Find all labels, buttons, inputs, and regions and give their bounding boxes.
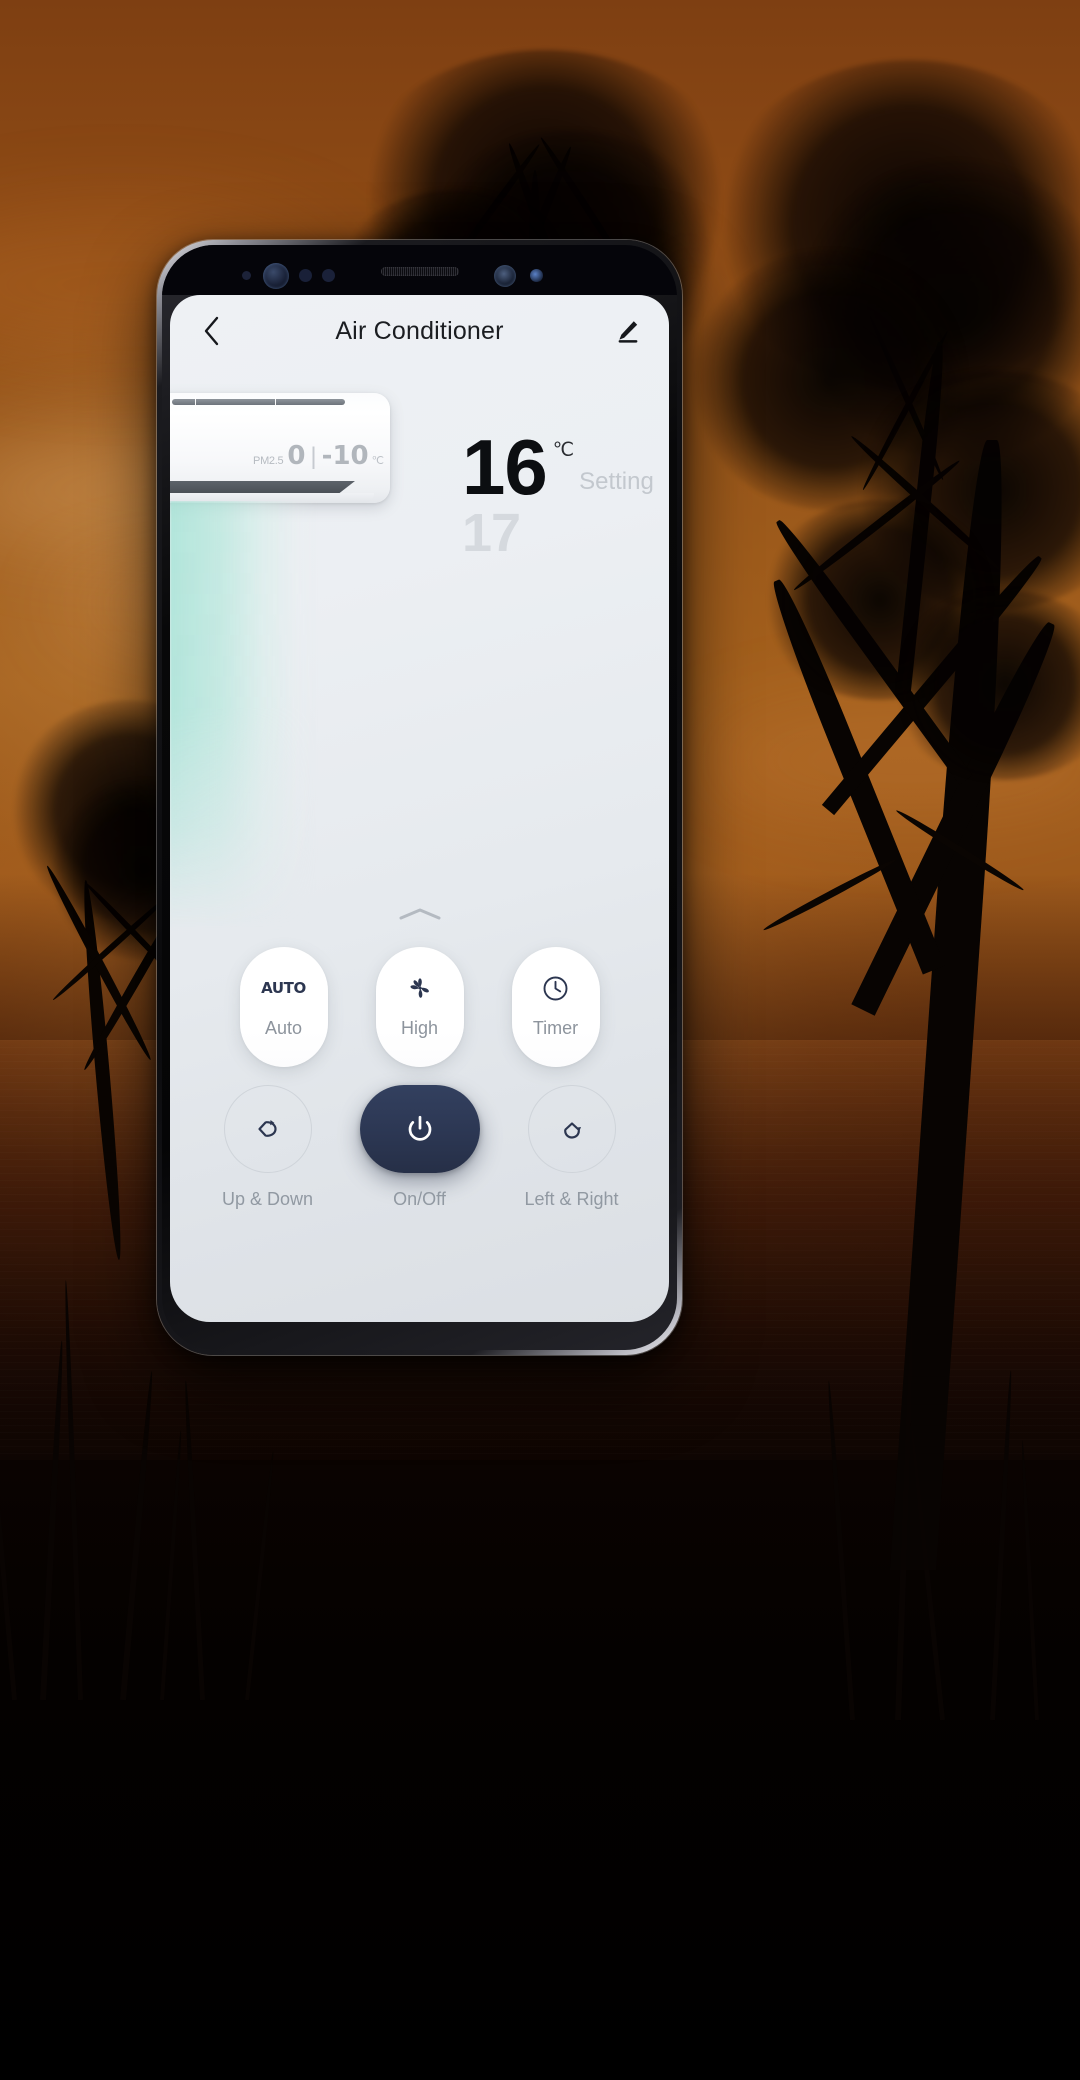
- sensor-dot-icon: [322, 269, 335, 282]
- mode-button-auto[interactable]: AUTO Auto: [239, 947, 328, 1067]
- cloud-wisp: [700, 700, 1080, 820]
- mode-button-row: AUTO Auto High Timer: [170, 947, 669, 1067]
- pencil-edit-icon: [618, 321, 638, 343]
- edit-button[interactable]: [609, 312, 647, 350]
- earpiece-speaker-icon: [380, 267, 459, 276]
- control-label-power: On/Off: [393, 1189, 446, 1209]
- setting-label: Setting: [579, 467, 654, 495]
- swing-left-right-icon: [257, 1120, 277, 1137]
- control-power: On/Off: [359, 1085, 480, 1210]
- phone-device-frame: Air Conditioner PM2.5 0 | -10 ℃ 16 ℃ Set…: [157, 240, 682, 1355]
- app-header-bar: Air Conditioner: [170, 295, 669, 367]
- air-conditioner-illustration: PM2.5 0 | -10 ℃: [170, 393, 390, 503]
- control-button-row: Up & Down On/Off Left & Right: [170, 1085, 669, 1210]
- page-title: Air Conditioner: [335, 316, 504, 345]
- control-left-right: Left & Right: [524, 1085, 619, 1210]
- next-temperature-value: 17: [462, 502, 521, 563]
- mode-button-fan-speed[interactable]: High: [375, 947, 464, 1067]
- chevron-left-icon: [204, 316, 218, 346]
- control-label-left-right: Left & Right: [524, 1189, 619, 1209]
- ac-vent-tick: [195, 396, 196, 407]
- display-separator: |: [310, 443, 317, 470]
- control-label-up-down: Up & Down: [221, 1189, 314, 1209]
- temperature-main-row: 16 ℃ Setting: [462, 423, 654, 511]
- ac-air-louver: [170, 481, 355, 493]
- iris-scanner-icon: [494, 265, 516, 287]
- clock-icon: [543, 976, 568, 1000]
- back-button[interactable]: [192, 312, 230, 350]
- left-right-swing-button[interactable]: [527, 1085, 616, 1173]
- airflow-stream: [170, 501, 320, 931]
- up-down-swing-button[interactable]: [223, 1085, 312, 1173]
- phone-screen: Air Conditioner PM2.5 0 | -10 ℃ 16 ℃ Set…: [170, 295, 669, 1322]
- pm25-label: PM2.5: [253, 455, 284, 467]
- phone-bezel: Air Conditioner PM2.5 0 | -10 ℃ 16 ℃ Set…: [162, 245, 677, 1350]
- light-sensor-icon: [299, 269, 312, 282]
- led-indicator-icon: [530, 269, 543, 282]
- power-icon: [408, 1115, 431, 1141]
- temperature-unit: ℃: [552, 440, 575, 461]
- proximity-sensor-icon: [242, 271, 251, 280]
- ac-vent-tick: [275, 396, 276, 407]
- auto-text-icon: AUTO: [261, 975, 306, 1001]
- mode-label-timer: Timer: [532, 1018, 579, 1038]
- ac-top-vent: [172, 399, 345, 405]
- mode-label-fan-speed: High: [400, 1018, 439, 1038]
- swing-up-down-icon: [563, 1122, 581, 1139]
- control-up-down: Up & Down: [221, 1085, 314, 1210]
- power-button[interactable]: [359, 1085, 480, 1173]
- fan-icon: [409, 978, 429, 998]
- mode-button-timer[interactable]: Timer: [511, 947, 600, 1067]
- front-camera-icon: [263, 263, 289, 289]
- pull-up-handle[interactable]: [398, 907, 442, 921]
- ac-unit-body: PM2.5 0 | -10 ℃: [170, 393, 390, 503]
- phone-sensor-bar: [162, 245, 677, 295]
- ac-temperature-unit: ℃: [371, 455, 384, 467]
- auto-icon-label: AUTO: [261, 979, 306, 997]
- current-temperature-value: 16: [462, 423, 548, 511]
- reed-cluster-right: [820, 1220, 1080, 1721]
- ac-unit-display: PM2.5 0 | -10 ℃: [253, 441, 384, 471]
- pm25-value: 0: [287, 441, 306, 471]
- ac-outdoor-temperature: -10: [321, 441, 369, 471]
- temperature-readout: 16 ℃ Setting 17: [462, 423, 654, 563]
- mode-label-auto: Auto: [264, 1018, 303, 1038]
- chevron-up-icon: [399, 908, 440, 920]
